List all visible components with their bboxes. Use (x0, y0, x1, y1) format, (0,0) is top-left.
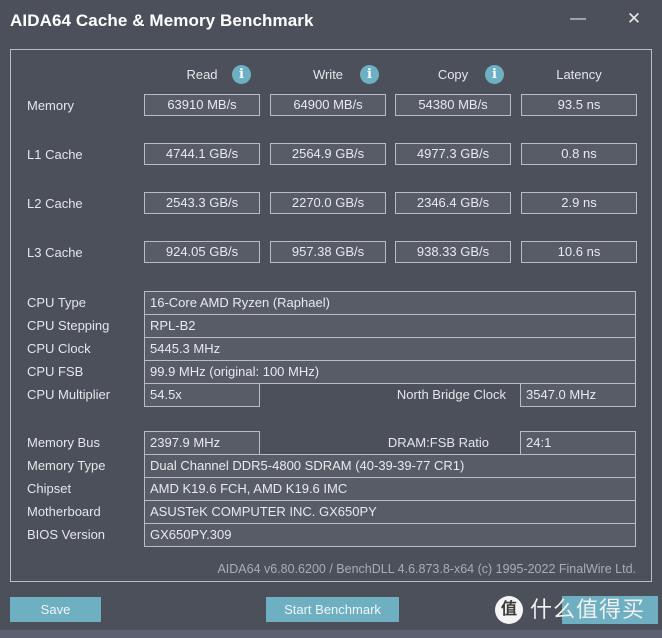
nb-clock-value: 3547.0 MHz (520, 383, 636, 407)
version-footer: AIDA64 v6.80.6200 / BenchDLL 4.6.873.8-x… (217, 562, 636, 576)
dram-fsb-ratio-value: 24:1 (520, 431, 636, 455)
memory-type-value: Dual Channel DDR5-4800 SDRAM (40-39-39-7… (144, 454, 636, 478)
memory-copy-value: 54380 MB/s (395, 94, 511, 116)
save-button[interactable]: Save (10, 597, 101, 622)
bios-version-label: BIOS Version (27, 527, 106, 542)
copy-info-icon[interactable]: i (485, 65, 504, 84)
l1-latency-value: 0.8 ns (521, 143, 637, 165)
cpu-stepping-value: RPL-B2 (144, 314, 636, 338)
cpu-stepping-label: CPU Stepping (27, 318, 110, 333)
l1-read-value: 4744.1 GB/s (144, 143, 260, 165)
cpu-multiplier-value: 54.5x (144, 383, 260, 407)
l3-read-value: 924.05 GB/s (144, 241, 260, 263)
cpu-clock-value: 5445.3 MHz (144, 337, 636, 361)
cpu-fsb-label: CPU FSB (27, 364, 84, 379)
l2-read-value: 2543.3 GB/s (144, 192, 260, 214)
row-label: L3 Cache (27, 245, 83, 260)
memory-type-label: Memory Type (27, 458, 106, 473)
minimize-icon: — (570, 10, 586, 27)
l3-latency-value: 10.6 ns (521, 241, 637, 263)
l2-copy-value: 2346.4 GB/s (395, 192, 511, 214)
l1-write-value: 2564.9 GB/s (270, 143, 386, 165)
bottom-edge (0, 630, 662, 638)
read-info-icon[interactable]: i (232, 65, 251, 84)
write-info-icon[interactable]: i (360, 65, 379, 84)
cpu-type-label: CPU Type (27, 295, 87, 310)
memory-write-value: 64900 MB/s (270, 94, 386, 116)
row-label: Memory (27, 98, 74, 113)
cpu-multiplier-label: CPU Multiplier (27, 387, 111, 402)
l2-latency-value: 2.9 ns (521, 192, 637, 214)
bios-version-value: GX650PY.309 (144, 523, 636, 547)
watermark-logo-icon: 值 (495, 596, 523, 624)
l1-copy-value: 4977.3 GB/s (395, 143, 511, 165)
nb-clock-label: North Bridge Clock (396, 387, 506, 402)
memory-bus-value: 2397.9 MHz (144, 431, 260, 455)
motherboard-value: ASUSTeK COMPUTER INC. GX650PY (144, 500, 636, 524)
minimize-button[interactable]: — (563, 7, 593, 31)
row-label: L1 Cache (27, 147, 83, 162)
start-benchmark-button[interactable]: Start Benchmark (266, 597, 399, 622)
l3-copy-value: 938.33 GB/s (395, 241, 511, 263)
memory-latency-value: 93.5 ns (521, 94, 637, 116)
cpu-clock-label: CPU Clock (27, 341, 91, 356)
chipset-value: AMD K19.6 FCH, AMD K19.6 IMC (144, 477, 636, 501)
cpu-type-value: 16-Core AMD Ryzen (Raphael) (144, 291, 636, 315)
dram-fsb-ratio-label: DRAM:FSB Ratio (387, 435, 489, 450)
l3-write-value: 957.38 GB/s (270, 241, 386, 263)
close-icon: ✕ (626, 9, 642, 28)
watermark-text: 什么值得买 (530, 597, 646, 622)
window-title: AIDA64 Cache & Memory Benchmark (10, 11, 314, 30)
memory-read-value: 63910 MB/s (144, 94, 260, 116)
chipset-label: Chipset (27, 481, 72, 496)
l2-write-value: 2270.0 GB/s (270, 192, 386, 214)
cpu-fsb-value: 99.9 MHz (original: 100 MHz) (144, 360, 636, 384)
row-label: L2 Cache (27, 196, 83, 211)
column-header-latency: Latency (556, 67, 602, 82)
motherboard-label: Motherboard (27, 504, 101, 519)
close-button[interactable]: ✕ (619, 7, 649, 31)
memory-bus-label: Memory Bus (27, 435, 100, 450)
title-bar: AIDA64 Cache & Memory Benchmark — ✕ (0, 0, 662, 44)
